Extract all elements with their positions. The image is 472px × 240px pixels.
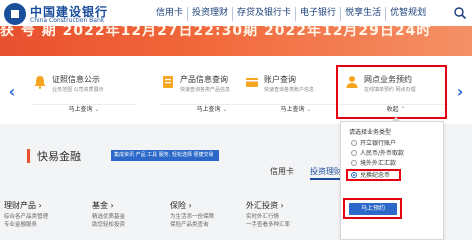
chevron-down-icon: ⌄ bbox=[94, 106, 100, 113]
tab-credit-card[interactable]: 信用卡 bbox=[270, 166, 294, 177]
account-card-icon bbox=[246, 78, 258, 87]
option-label: 人民币/外币取款 bbox=[360, 150, 405, 157]
option-foreign-remittance[interactable]: 境外外汇汇款 bbox=[351, 159, 396, 168]
highlight-box-appointment-card bbox=[336, 65, 447, 119]
search-icon[interactable] bbox=[453, 6, 467, 20]
ccb-logo[interactable]: 中国建设银行 China Construction Bank bbox=[4, 3, 154, 25]
nav-item-credit-card[interactable]: 信用卡 bbox=[152, 7, 187, 21]
tile-line: 专业金融服务 bbox=[4, 222, 38, 228]
query-button[interactable]: 马上查询 ⌄ bbox=[244, 104, 348, 115]
service-card-license-disclosure: 证照信息公示 业务范围 公司资质展示 马上查询 ⌄ bbox=[32, 68, 136, 118]
card-title: 产品信息查询 bbox=[180, 75, 228, 84]
card-subtitle: 快速查询各类产品信息 bbox=[180, 87, 231, 93]
button-label: 马上查询 bbox=[68, 106, 93, 113]
main-nav: 信用卡 投资理财 存贷及银行卡 电子银行 悦享生活 优智规划 bbox=[152, 7, 430, 21]
highlight-box-book-button bbox=[343, 198, 402, 219]
service-card-account-query: 账户查询 快速查询各类账户信息 马上查询 ⌄ bbox=[244, 68, 348, 118]
radio-icon[interactable] bbox=[351, 140, 357, 146]
document-icon bbox=[163, 76, 173, 88]
card-subtitle: 业务范围 公司资质展示 bbox=[52, 87, 104, 93]
tile-line: 助您轻松投资 bbox=[92, 222, 126, 228]
tile-line: 精选优质基金 bbox=[92, 214, 126, 220]
top-header: 中国建设银行 China Construction Bank 信用卡 投资理财 … bbox=[0, 0, 472, 26]
tile-forex[interactable]: 外汇投资 › 实时外汇行情 一手查看多种汇率 bbox=[246, 200, 306, 238]
highlight-box-selected-option bbox=[346, 169, 401, 181]
tab-investment[interactable]: 投资理财 bbox=[310, 166, 342, 177]
button-label: 马上查询 bbox=[196, 106, 221, 113]
nav-item-lifestyle[interactable]: 悦享生活 bbox=[340, 7, 385, 21]
section-tagline: 集成资讯 产品 工具 服务, 轻松选择 便捷交易 bbox=[111, 150, 219, 161]
radio-icon[interactable] bbox=[351, 160, 357, 166]
chevron-down-icon: ⌄ bbox=[306, 106, 312, 113]
button-label: 马上查询 bbox=[280, 106, 305, 113]
option-label: 开立银行账户 bbox=[360, 140, 397, 147]
option-withdrawal[interactable]: 人民币/外币取款 bbox=[351, 149, 404, 158]
tile-line: 实时外汇行情 bbox=[246, 214, 280, 220]
tile-line: 保险产品类查询 bbox=[170, 222, 209, 228]
tile-insurance[interactable]: 保险 › 为生活添一份保障 保险产品类查询 bbox=[170, 200, 230, 238]
tile-funds[interactable]: 基金 › 精选优质基金 助您轻松投资 bbox=[92, 200, 152, 238]
nav-item-e-banking[interactable]: 电子银行 bbox=[295, 7, 340, 21]
promo-banner[interactable]: 获 号 期 2022年12月27日22:30期 2022年12月29日24时 bbox=[0, 26, 472, 56]
tile-line: 综合各产品类管理 bbox=[4, 214, 49, 220]
tile-wealth-products[interactable]: 理财产品 › 综合各产品类管理 专业金融服务 bbox=[4, 200, 64, 238]
carousel-right-arrow-icon[interactable]: › bbox=[454, 84, 466, 100]
nav-item-investment[interactable]: 投资理财 bbox=[187, 7, 232, 21]
nav-item-planning[interactable]: 优智规划 bbox=[385, 7, 430, 21]
tile-line: 一手查看多种汇率 bbox=[246, 222, 291, 228]
tile-title: 保险 › bbox=[170, 201, 192, 210]
radio-icon[interactable] bbox=[351, 150, 357, 156]
card-title: 账户查询 bbox=[264, 75, 296, 84]
tile-title: 理财产品 › bbox=[4, 201, 42, 210]
active-tab-underline bbox=[310, 178, 344, 180]
tile-title: 基金 › bbox=[92, 201, 114, 210]
tile-title: 外汇投资 › bbox=[246, 201, 284, 210]
section-accent-bar bbox=[27, 149, 30, 163]
carousel-left-arrow-icon[interactable]: ‹ bbox=[6, 84, 18, 100]
logo-english-name: China Construction Bank bbox=[30, 17, 105, 24]
chevron-down-icon: ⌄ bbox=[222, 106, 228, 113]
banner-text: 获 号 期 2022年12月27日22:30期 2022年12月29日24时 bbox=[0, 26, 432, 39]
tile-line: 为生活添一份保障 bbox=[170, 214, 215, 220]
query-button[interactable]: 马上查询 ⌄ bbox=[32, 104, 136, 115]
card-subtitle: 快速查询各类账户信息 bbox=[264, 87, 315, 93]
section-title: 快易金融 bbox=[37, 150, 81, 163]
bell-info-icon bbox=[34, 76, 46, 89]
option-open-account[interactable]: 开立银行账户 bbox=[351, 139, 396, 148]
card-title: 证照信息公示 bbox=[52, 75, 100, 84]
dropdown-title: 请选择业务类型 bbox=[349, 129, 392, 136]
ccb-logo-mark-icon bbox=[4, 3, 26, 25]
nav-item-deposit-loan[interactable]: 存贷及银行卡 bbox=[232, 7, 295, 21]
option-label: 境外外汇汇款 bbox=[360, 160, 397, 167]
